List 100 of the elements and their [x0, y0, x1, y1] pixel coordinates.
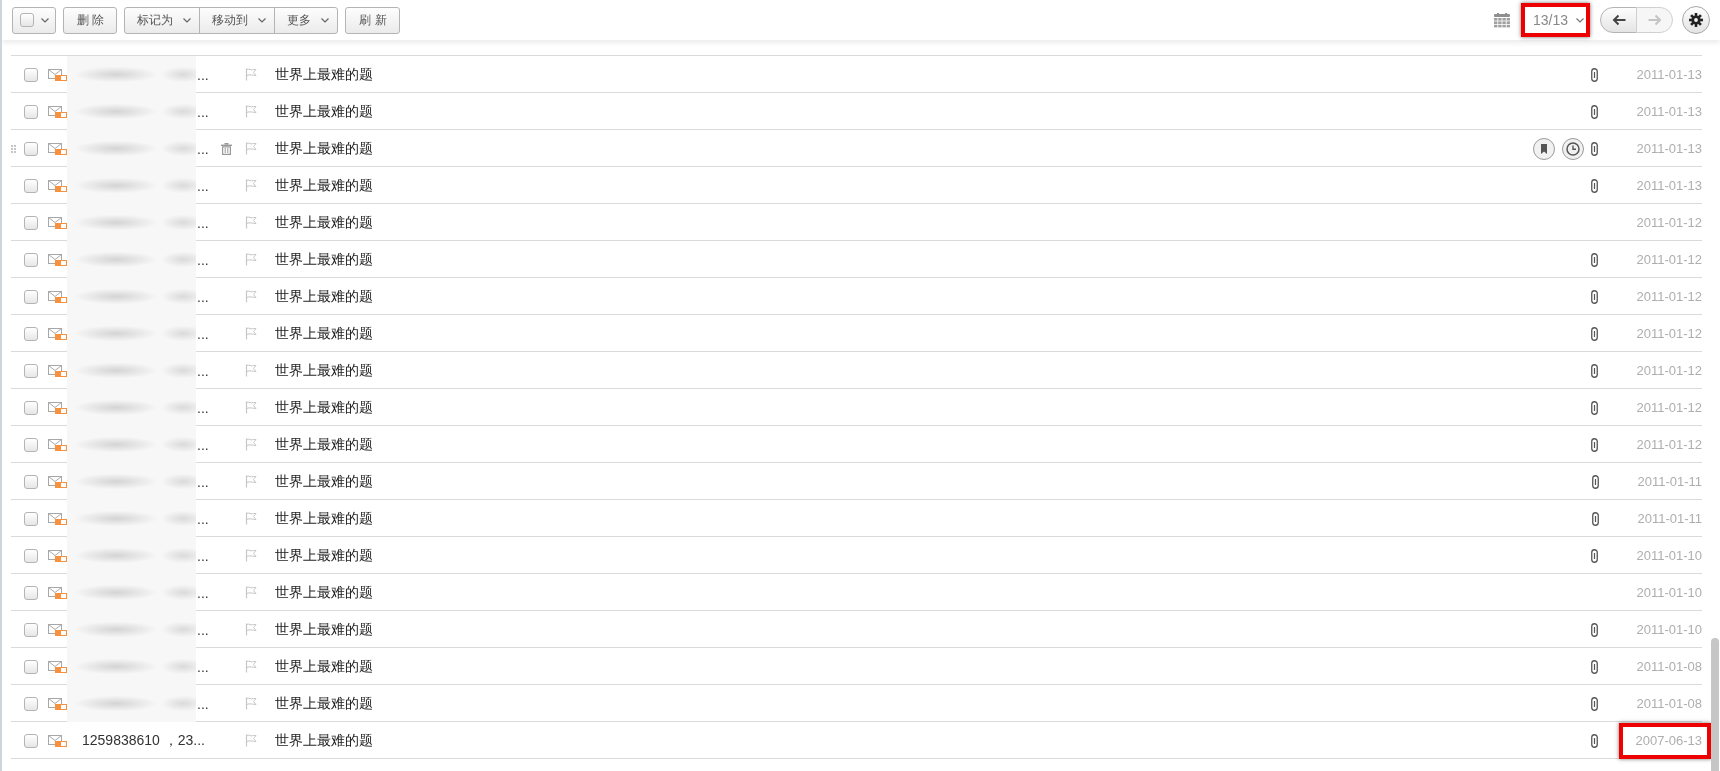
checkbox[interactable] — [24, 141, 38, 156]
flag-icon[interactable] — [245, 327, 257, 340]
date-text: 2007-06-13 — [1635, 732, 1702, 749]
envelope-icon — [48, 512, 67, 525]
bookmark-icon[interactable] — [1533, 137, 1556, 160]
flag-icon[interactable] — [245, 216, 257, 229]
message-row[interactable]: 1259838610 ，23... 世界上最难的题 2007-06-13 — [11, 722, 1711, 759]
page-selector[interactable]: 13/13 — [1525, 9, 1586, 31]
drag-handle-icon[interactable] — [11, 144, 16, 153]
flag-icon[interactable] — [245, 512, 257, 525]
flag-icon[interactable] — [245, 105, 257, 118]
flag-icon[interactable] — [245, 290, 257, 303]
scrollbar-thumb[interactable] — [1711, 638, 1719, 771]
sender-text: ... — [196, 695, 209, 712]
checkbox[interactable] — [24, 252, 38, 267]
sender-text: ... — [196, 547, 209, 564]
subject-text: 世界上最难的题 — [275, 250, 374, 269]
envelope-icon — [48, 364, 67, 377]
date-text: 2011-01-12 — [1636, 436, 1702, 453]
subject-text: 世界上最难的题 — [275, 694, 374, 713]
trash-icon[interactable] — [221, 142, 232, 155]
flag-icon[interactable] — [245, 364, 257, 377]
envelope-icon — [48, 697, 67, 710]
sender-text: ... — [196, 621, 209, 638]
date-text: 2011-01-13 — [1636, 177, 1702, 194]
date-text: 2011-01-12 — [1636, 362, 1702, 379]
settings-button[interactable] — [1682, 6, 1710, 34]
flag-icon[interactable] — [245, 475, 257, 488]
date-text: 2011-01-11 — [1637, 473, 1702, 490]
sender-text: ... — [196, 436, 209, 453]
checkbox[interactable] — [24, 289, 38, 304]
envelope-icon — [48, 623, 67, 636]
checkbox[interactable] — [24, 622, 38, 637]
flag-icon[interactable] — [245, 623, 257, 636]
sender-text: ... — [196, 140, 209, 157]
envelope-icon — [48, 179, 67, 192]
flag-icon[interactable] — [245, 549, 257, 562]
sender-text: ... — [196, 399, 209, 416]
flag-icon[interactable] — [245, 734, 257, 747]
checkbox[interactable] — [24, 104, 38, 119]
dropdown-button[interactable]: 移动到 — [199, 6, 276, 34]
flag-icon[interactable] — [245, 438, 257, 451]
toolbar-button[interactable]: 删 除 — [63, 6, 118, 34]
date-text: 2011-01-13 — [1636, 140, 1702, 157]
arrow-right-icon — [1647, 14, 1662, 26]
flag-icon[interactable] — [245, 179, 257, 192]
dropdown-button[interactable]: 标记为 — [124, 6, 201, 34]
subject-text: 世界上最难的题 — [275, 213, 374, 232]
flag-icon[interactable] — [245, 401, 257, 414]
subject-text: 世界上最难的题 — [275, 102, 374, 121]
sender-text: ... — [196, 103, 209, 120]
flag-icon[interactable] — [245, 68, 257, 81]
date-text: 2011-01-12 — [1636, 399, 1702, 416]
checkbox[interactable] — [24, 363, 38, 378]
subject-text: 世界上最难的题 — [275, 361, 374, 380]
envelope-icon — [48, 216, 67, 229]
checkbox[interactable] — [24, 696, 38, 711]
subject-text: 世界上最难的题 — [275, 583, 374, 602]
sender-text: ... — [196, 66, 209, 83]
subject-text: 世界上最难的题 — [275, 435, 374, 454]
sender-text: ... — [196, 362, 209, 379]
caret-icon — [321, 17, 330, 23]
sender-text: ... — [196, 510, 209, 527]
date-text: 2011-01-11 — [1637, 510, 1702, 527]
sender-text: ... — [196, 325, 209, 342]
date-text: 2011-01-12 — [1636, 251, 1702, 268]
checkbox[interactable] — [24, 400, 38, 415]
flag-icon[interactable] — [245, 253, 257, 266]
checkbox[interactable] — [24, 585, 38, 600]
select-all-button[interactable] — [12, 6, 56, 34]
subject-text: 世界上最难的题 — [275, 287, 374, 306]
checkbox[interactable] — [24, 548, 38, 563]
flag-icon[interactable] — [245, 586, 257, 599]
envelope-icon — [48, 734, 67, 747]
checkbox[interactable] — [24, 437, 38, 452]
toolbar-button[interactable]: 刷 新 — [345, 6, 400, 34]
flag-icon[interactable] — [245, 142, 257, 155]
calendar-icon[interactable] — [1494, 12, 1510, 28]
envelope-icon — [48, 549, 67, 562]
date-text: 2011-01-08 — [1636, 695, 1702, 712]
checkbox[interactable] — [24, 326, 38, 341]
subject-text: 世界上最难的题 — [275, 731, 374, 750]
checkbox[interactable] — [24, 67, 38, 82]
dropdown-button[interactable]: 更多 — [274, 6, 339, 34]
checkbox[interactable] — [24, 474, 38, 489]
back-button[interactable] — [1600, 7, 1637, 33]
checkbox[interactable] — [24, 659, 38, 674]
flag-icon[interactable] — [245, 697, 257, 710]
sender-text: ... — [196, 288, 209, 305]
flag-icon[interactable] — [245, 660, 257, 673]
checkbox[interactable] — [24, 511, 38, 526]
sender-text: ... — [196, 584, 209, 601]
checkbox[interactable] — [24, 215, 38, 230]
date-text: 2011-01-10 — [1636, 547, 1702, 564]
clock-icon[interactable] — [1562, 137, 1585, 160]
date-text: 2011-01-12 — [1636, 288, 1702, 305]
sender-text: ... — [196, 177, 209, 194]
checkbox[interactable] — [24, 178, 38, 193]
subject-text: 世界上最难的题 — [275, 65, 374, 84]
checkbox[interactable] — [24, 733, 38, 748]
